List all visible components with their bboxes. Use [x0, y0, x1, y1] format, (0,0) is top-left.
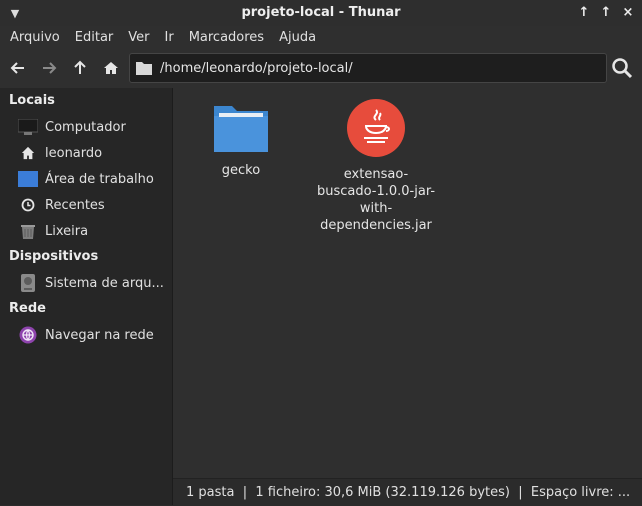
- file-name-line: dependencies.jar: [320, 218, 432, 233]
- menu-ajuda[interactable]: Ajuda: [274, 30, 321, 45]
- maximize-icon[interactable]: ↑: [598, 3, 614, 23]
- path-input[interactable]: [158, 59, 592, 77]
- desktop-icon: [18, 170, 38, 188]
- sidebar-item-label: Computador: [45, 119, 126, 135]
- search-icon: [612, 58, 633, 79]
- arrow-right-icon: [43, 62, 57, 74]
- sidebar-item-leonardo[interactable]: leonardo: [0, 140, 172, 166]
- java-icon: [347, 99, 405, 157]
- drive-icon: [18, 274, 38, 292]
- sidebar-item-lixeira[interactable]: Lixeira: [0, 218, 172, 244]
- arrow-up-icon: [74, 60, 86, 74]
- sidebar-item-navegar-na-rede[interactable]: Navegar na rede: [0, 322, 172, 348]
- back-button[interactable]: [5, 55, 31, 81]
- thunar-window: ▼ projeto-local - Thunar ↑ ↑ × Arquivo E…: [0, 0, 642, 506]
- minimize-icon[interactable]: ↑: [576, 3, 592, 23]
- arrow-left-icon: [10, 62, 24, 74]
- file-item-jar[interactable]: extensao- buscado-1.0.0-jar- with- depen…: [306, 98, 446, 234]
- forward-button[interactable]: [36, 55, 62, 81]
- sidebar: Locais Computador leonardo Área de traba…: [0, 88, 173, 505]
- menu-ver[interactable]: Ver: [123, 30, 154, 45]
- sidebar-item-label: leonardo: [45, 145, 103, 161]
- trash-icon: [18, 222, 38, 240]
- location-bar[interactable]: [129, 53, 607, 83]
- clock-icon: [18, 196, 38, 214]
- section-rede: Rede: [9, 301, 46, 316]
- up-button[interactable]: [67, 55, 93, 81]
- section-dispositivos: Dispositivos: [9, 249, 99, 264]
- sidebar-item-label: Lixeira: [45, 223, 89, 239]
- sidebar-item-label: Sistema de arqu...: [45, 275, 164, 291]
- sidebar-item-area-de-trabalho[interactable]: Área de trabalho: [0, 166, 172, 192]
- network-icon: [18, 326, 38, 344]
- search-button[interactable]: [609, 55, 635, 81]
- computer-icon: [18, 118, 38, 136]
- menu-bar: Arquivo Editar Ver Ir Marcadores Ajuda: [0, 26, 642, 48]
- file-name-line: with-: [359, 201, 393, 216]
- folder-icon: [214, 106, 268, 152]
- menu-marcadores[interactable]: Marcadores: [184, 30, 269, 45]
- status-bar: 1 pasta | 1 ficheiro: 30,6 MiB (32.119.1…: [173, 478, 642, 506]
- sidebar-item-computador[interactable]: Computador: [0, 114, 172, 140]
- file-name-line: buscado-1.0.0-jar-: [316, 184, 436, 199]
- title-bar: ▼ projeto-local - Thunar ↑ ↑ ×: [0, 0, 642, 26]
- folder-icon: [136, 62, 152, 75]
- menu-editar[interactable]: Editar: [70, 30, 119, 45]
- sidebar-item-sistema-de-arquivos[interactable]: Sistema de arqu...: [0, 270, 172, 296]
- section-locais: Locais: [9, 93, 55, 108]
- sidebar-item-label: Recentes: [45, 197, 105, 213]
- home-button[interactable]: [98, 55, 124, 81]
- sidebar-item-recentes[interactable]: Recentes: [0, 192, 172, 218]
- menu-arquivo[interactable]: Arquivo: [5, 30, 65, 45]
- file-view: gecko extensao- buscado-1.0.0-jar- with-…: [173, 88, 642, 478]
- home-icon: [104, 62, 118, 74]
- home-icon: [18, 144, 38, 162]
- window-title: projeto-local - Thunar: [241, 5, 401, 20]
- file-item-gecko[interactable]: gecko: [191, 100, 291, 179]
- menu-ir[interactable]: Ir: [160, 30, 179, 45]
- file-name: gecko: [221, 163, 261, 178]
- sidebar-item-label: Navegar na rede: [45, 327, 154, 343]
- close-icon[interactable]: ×: [620, 3, 636, 23]
- file-name-line: extensao-: [343, 167, 409, 182]
- status-text: 1 pasta | 1 ficheiro: 30,6 MiB (32.119.1…: [186, 485, 631, 500]
- sidebar-item-label: Área de trabalho: [45, 171, 154, 187]
